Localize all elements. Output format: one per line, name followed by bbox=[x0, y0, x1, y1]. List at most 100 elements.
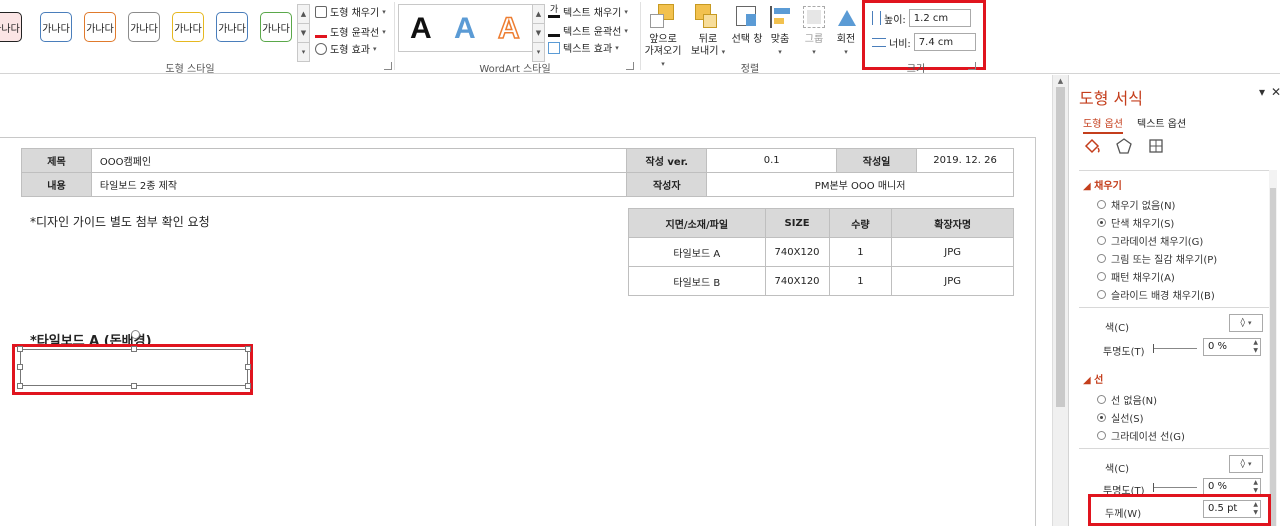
chevron-up-icon[interactable]: ▲ bbox=[533, 5, 544, 24]
radio-button[interactable] bbox=[1097, 200, 1106, 209]
line-transparency-slider[interactable] bbox=[1153, 483, 1197, 492]
height-arrows-icon bbox=[872, 11, 881, 25]
radio-button[interactable] bbox=[1097, 236, 1106, 245]
resize-handle[interactable] bbox=[245, 383, 251, 389]
wordart-style-blue[interactable]: A bbox=[454, 12, 476, 46]
caret-down-icon: ▾ bbox=[812, 48, 816, 56]
shape-style-swatch[interactable]: 가나다 bbox=[216, 12, 248, 42]
chevron-down-icon[interactable]: ▼ bbox=[298, 24, 309, 43]
shape-style-swatch[interactable]: 가나다 bbox=[84, 12, 116, 42]
fill-transparency-slider[interactable] bbox=[1153, 344, 1197, 353]
shape-style-swatch[interactable]: 가나다 bbox=[172, 12, 204, 42]
fill-transparency-input[interactable]: 0 % ▲ ▼ bbox=[1203, 338, 1261, 356]
line-option[interactable]: 그라데이션 선(G) bbox=[1097, 428, 1185, 443]
fill-option[interactable]: 슬라이드 배경 채우기(B) bbox=[1097, 287, 1215, 302]
shape-fill-label: 도형 채우기 bbox=[330, 8, 380, 19]
info-table: 제목 OOO캠페인 작성 ver. 0.1 작성일 2019. 12. 26 내… bbox=[21, 148, 1014, 197]
format-shape-pane: 도형 서식 ▾ ✕ 도형 옵션 텍스트 옵션 ◢ 채우기 채우기 없음(N) 단… bbox=[1068, 75, 1280, 526]
text-fill-button[interactable]: 가 텍스트 채우기 ▾ bbox=[548, 4, 628, 19]
gallery-more-icon[interactable]: ▾ bbox=[298, 43, 309, 62]
shape-outline-button[interactable]: 도형 윤곽선 ▾ bbox=[315, 24, 386, 39]
caret-down-icon: ▾ bbox=[372, 44, 377, 53]
fill-option[interactable]: 채우기 없음(N) bbox=[1097, 197, 1175, 212]
radio-button-selected[interactable] bbox=[1097, 218, 1106, 227]
scrollbar-thumb[interactable] bbox=[1056, 87, 1065, 407]
wordart-gallery-scroll[interactable]: ▲ ▼ ▾ bbox=[532, 4, 545, 62]
fill-section-header[interactable]: ◢ 채우기 bbox=[1083, 177, 1122, 192]
dialog-launcher-icon[interactable] bbox=[968, 62, 976, 70]
shape-style-swatch[interactable]: 가나다 bbox=[260, 12, 292, 42]
chevron-up-icon[interactable]: ▲ bbox=[298, 5, 309, 24]
fill-color-picker[interactable]: ◊ ▾ bbox=[1229, 314, 1263, 332]
resize-handle[interactable] bbox=[245, 346, 251, 352]
pane-divider bbox=[1079, 448, 1269, 449]
rotate-handle-icon[interactable] bbox=[131, 330, 140, 339]
pane-options-icon[interactable]: ▾ bbox=[1259, 85, 1265, 99]
line-option[interactable]: 실선(S) bbox=[1097, 410, 1144, 425]
dialog-launcher-icon[interactable] bbox=[626, 62, 634, 70]
align-button[interactable]: 맞춤 ▾ bbox=[768, 4, 792, 58]
chevron-down-icon[interactable]: ▼ bbox=[533, 24, 544, 43]
bring-forward-button[interactable]: 앞으로 가져오기 ▾ bbox=[642, 4, 684, 70]
scroll-up-icon[interactable]: ▲ bbox=[1056, 77, 1065, 86]
size-properties-icon[interactable] bbox=[1147, 137, 1165, 155]
scrollbar-thumb[interactable] bbox=[1270, 188, 1276, 526]
text-effects-button[interactable]: 텍스트 효과 ▾ bbox=[548, 40, 619, 55]
radio-button[interactable] bbox=[1097, 254, 1106, 263]
rotate-button[interactable]: 회전 ▾ bbox=[834, 4, 858, 58]
fill-option[interactable]: 그림 또는 질감 채우기(P) bbox=[1097, 251, 1217, 266]
line-option[interactable]: 선 없음(N) bbox=[1097, 392, 1157, 407]
fill-option[interactable]: 단색 채우기(S) bbox=[1097, 215, 1174, 230]
radio-button[interactable] bbox=[1097, 395, 1106, 404]
send-backward-label-2: 보내기 ▾ bbox=[690, 46, 726, 57]
caret-down-icon: ▾ bbox=[1247, 460, 1252, 468]
table-header-cell: SIZE bbox=[764, 208, 830, 238]
spinner-arrows-icon[interactable]: ▲ ▼ bbox=[1253, 479, 1258, 495]
shape-style-swatch[interactable]: 가나다 bbox=[40, 12, 72, 42]
shape-style-swatch[interactable]: 가나다 bbox=[0, 12, 22, 42]
shape-fill-button[interactable]: 도형 채우기 ▾ bbox=[315, 4, 386, 19]
width-input[interactable] bbox=[913, 33, 976, 51]
height-input[interactable] bbox=[908, 9, 971, 27]
shape-outline-label: 도형 윤곽선 bbox=[330, 28, 380, 39]
caret-down-icon: ▾ bbox=[844, 48, 848, 56]
dialog-launcher-icon[interactable] bbox=[384, 62, 392, 70]
wordart-style-black[interactable]: A bbox=[410, 12, 432, 46]
shape-style-swatch[interactable]: 가나다 bbox=[128, 12, 160, 42]
shape-style-gallery-scroll[interactable]: ▲ ▼ ▾ bbox=[297, 4, 310, 62]
radio-button[interactable] bbox=[1097, 272, 1106, 281]
pane-scrollbar[interactable] bbox=[1269, 170, 1277, 526]
resize-handle[interactable] bbox=[17, 346, 23, 352]
resize-handle[interactable] bbox=[17, 383, 23, 389]
radio-button-selected[interactable] bbox=[1097, 413, 1106, 422]
group-button[interactable]: 그룹 ▾ bbox=[800, 4, 828, 58]
fill-line-icon[interactable] bbox=[1083, 137, 1101, 155]
close-icon[interactable]: ✕ bbox=[1271, 85, 1280, 99]
spinner-arrows-icon[interactable]: ▲ ▼ bbox=[1253, 339, 1258, 355]
send-backward-button[interactable]: 뒤로 보내기 ▾ bbox=[688, 4, 728, 58]
width-arrows-icon bbox=[872, 37, 886, 47]
fill-transparency-label: 투명도(T) bbox=[1103, 347, 1145, 358]
resize-handle[interactable] bbox=[131, 383, 137, 389]
selection-pane-button[interactable]: 선택 창 bbox=[730, 4, 764, 46]
tab-text-options[interactable]: 텍스트 옵션 bbox=[1137, 115, 1186, 130]
resize-handle[interactable] bbox=[245, 364, 251, 370]
line-color-label: 색(C) bbox=[1105, 464, 1129, 475]
canvas-vertical-scrollbar[interactable]: ▲ bbox=[1052, 75, 1068, 526]
text-outline-button[interactable]: 텍스트 윤곽선 ▾ bbox=[548, 23, 628, 38]
selected-rectangle-shape[interactable] bbox=[20, 349, 248, 386]
resize-handle[interactable] bbox=[17, 364, 23, 370]
line-section-header[interactable]: ◢ 선 bbox=[1083, 371, 1103, 386]
fill-option[interactable]: 패턴 채우기(A) bbox=[1097, 269, 1175, 284]
resize-handle[interactable] bbox=[131, 346, 137, 352]
line-color-picker[interactable]: ◊ ▾ bbox=[1229, 455, 1263, 473]
fill-option[interactable]: 그라데이션 채우기(G) bbox=[1097, 233, 1203, 248]
radio-button[interactable] bbox=[1097, 290, 1106, 299]
table-header-cell: 확장자명 bbox=[891, 208, 1014, 238]
pentagon-effects-icon[interactable] bbox=[1115, 137, 1133, 155]
text-fill-icon: 가 bbox=[548, 5, 560, 18]
shape-effects-button[interactable]: 도형 효과 ▾ bbox=[315, 41, 377, 56]
wordart-style-orange[interactable]: A bbox=[497, 11, 520, 46]
radio-button[interactable] bbox=[1097, 431, 1106, 440]
tab-shape-options[interactable]: 도형 옵션 bbox=[1083, 115, 1123, 134]
